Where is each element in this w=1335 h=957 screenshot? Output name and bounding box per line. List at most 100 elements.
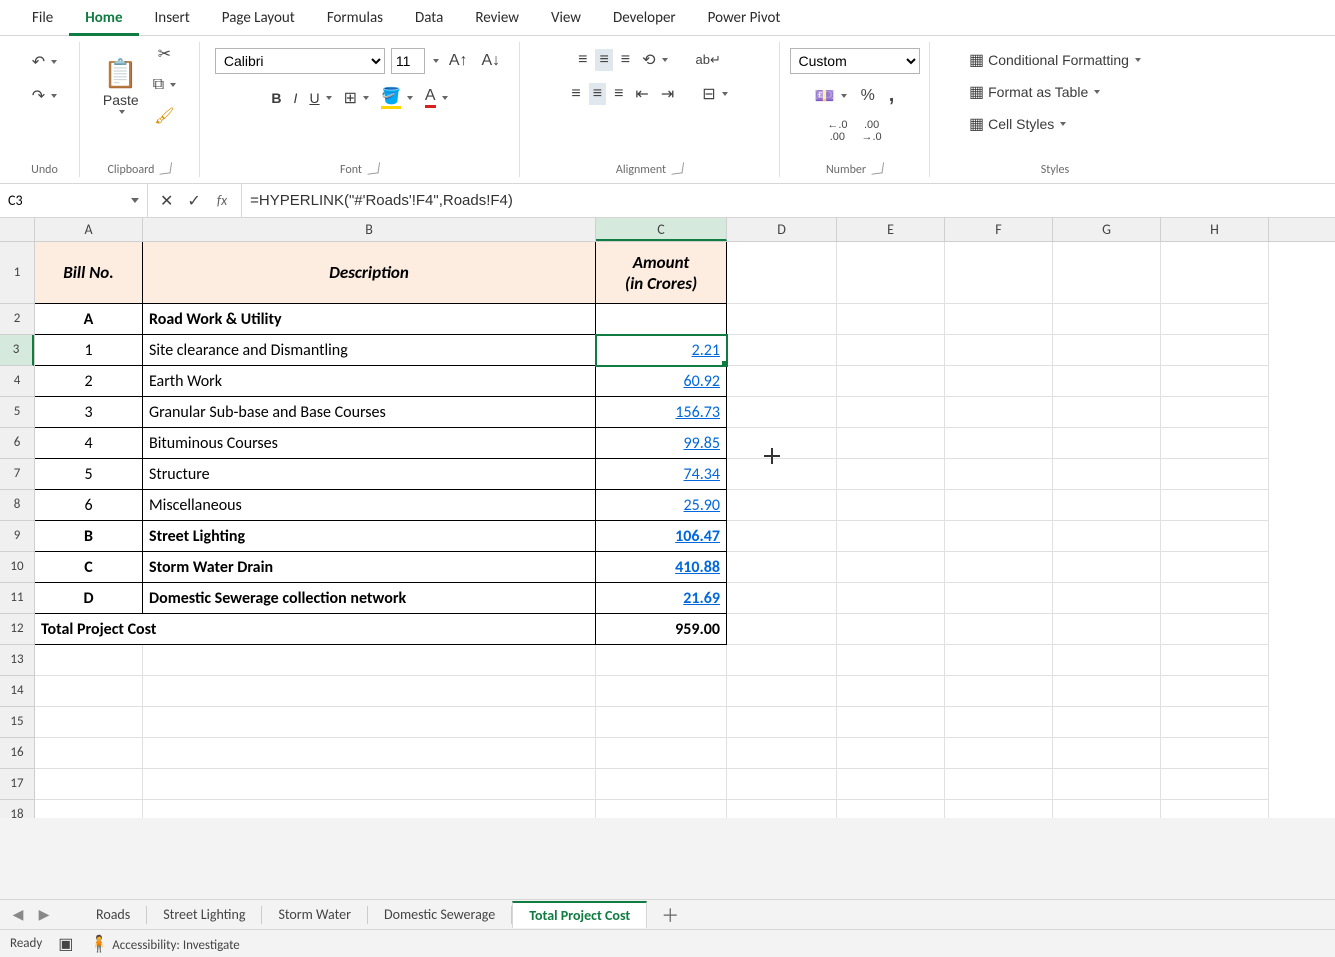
cell-E5[interactable] (837, 397, 945, 428)
percent-button[interactable]: % (857, 85, 879, 107)
align-top-button[interactable]: ≡ (574, 49, 591, 71)
comma-button[interactable]: , (885, 82, 899, 109)
row-header-10[interactable]: 10 (0, 552, 34, 583)
copy-button[interactable]: ⧉ (149, 74, 180, 96)
fx-icon[interactable]: fx (211, 192, 233, 209)
cell-H1[interactable] (1161, 242, 1269, 304)
cell-E12[interactable] (837, 614, 945, 645)
cell-A3[interactable]: 1 (35, 335, 143, 366)
cell-H3[interactable] (1161, 335, 1269, 366)
select-all-cells[interactable] (0, 218, 35, 241)
cell-G16[interactable] (1053, 738, 1161, 769)
cell-C7[interactable]: 74.34 (596, 459, 727, 490)
decrease-indent-button[interactable]: ⇤ (631, 82, 652, 106)
cell-A11[interactable]: D (35, 583, 143, 614)
cell-B15[interactable] (143, 707, 596, 738)
align-bottom-button[interactable]: ≡ (617, 49, 634, 71)
cell-E16[interactable] (837, 738, 945, 769)
cell-H7[interactable] (1161, 459, 1269, 490)
tab-page-layout[interactable]: Page Layout (206, 0, 311, 36)
sheet-tab-domestic-sewerage[interactable]: Domestic Sewerage (368, 902, 511, 927)
tab-formulas[interactable]: Formulas (311, 0, 399, 36)
cell-G9[interactable] (1053, 521, 1161, 552)
accounting-format-button[interactable]: 💷 (811, 84, 851, 108)
cell-A9[interactable]: B (35, 521, 143, 552)
cell-C18[interactable] (596, 800, 727, 818)
cell-A4[interactable]: 2 (35, 366, 143, 397)
font-name-select[interactable]: Calibri (215, 48, 385, 74)
cell-G12[interactable] (1053, 614, 1161, 645)
decrease-font-button[interactable]: A↓ (478, 50, 505, 72)
cell-D11[interactable] (727, 583, 837, 614)
cell-F12[interactable] (945, 614, 1053, 645)
font-launcher[interactable] (367, 162, 380, 175)
cell-D7[interactable] (727, 459, 837, 490)
cell-A15[interactable] (35, 707, 143, 738)
number-launcher[interactable] (872, 162, 885, 175)
tab-data[interactable]: Data (399, 0, 459, 36)
cell-B7[interactable]: Structure (143, 459, 596, 490)
fill-color-button[interactable]: 🪣 (377, 84, 417, 111)
cell-D14[interactable] (727, 676, 837, 707)
cell-E14[interactable] (837, 676, 945, 707)
cell-D3[interactable] (727, 335, 837, 366)
cell-A6[interactable]: 4 (35, 428, 143, 459)
cell-B18[interactable] (143, 800, 596, 818)
cell-F11[interactable] (945, 583, 1053, 614)
cell-H15[interactable] (1161, 707, 1269, 738)
cell-F16[interactable] (945, 738, 1053, 769)
cell-F3[interactable] (945, 335, 1053, 366)
cell-H5[interactable] (1161, 397, 1269, 428)
cell-E6[interactable] (837, 428, 945, 459)
cell-C16[interactable] (596, 738, 727, 769)
cell-A17[interactable] (35, 769, 143, 800)
cell-H13[interactable] (1161, 645, 1269, 676)
wrap-text-button[interactable]: ab↵ (692, 50, 725, 70)
cell-B11[interactable]: Domestic Sewerage collection network (143, 583, 596, 614)
cell-H2[interactable] (1161, 304, 1269, 335)
cell-E18[interactable] (837, 800, 945, 818)
cell-G18[interactable] (1053, 800, 1161, 818)
col-header-D[interactable]: D (727, 218, 837, 241)
font-color-button[interactable]: A (421, 85, 452, 110)
cell-G11[interactable] (1053, 583, 1161, 614)
cell-B4[interactable]: Earth Work (143, 366, 596, 397)
cell-F7[interactable] (945, 459, 1053, 490)
merge-center-button[interactable]: ⊟ (698, 82, 731, 106)
align-left-button[interactable]: ≡ (567, 83, 584, 105)
cell-D12[interactable] (727, 614, 837, 645)
sheet-nav-next[interactable]: ▶ (32, 903, 56, 927)
cell-F5[interactable] (945, 397, 1053, 428)
cell-C5[interactable]: 156.73 (596, 397, 727, 428)
cell-G2[interactable] (1053, 304, 1161, 335)
name-box[interactable]: C3 (0, 184, 148, 217)
cell-E17[interactable] (837, 769, 945, 800)
tab-home[interactable]: Home (69, 0, 138, 36)
cell-D2[interactable] (727, 304, 837, 335)
sheet-tab-total-project-cost[interactable]: Total Project Cost (512, 901, 647, 928)
status-accessibility[interactable]: 🧍 Accessibility: Investigate (89, 934, 239, 954)
cut-button[interactable]: ✂ (154, 42, 175, 66)
cell-D15[interactable] (727, 707, 837, 738)
cell-E11[interactable] (837, 583, 945, 614)
borders-button[interactable]: ⊞ (340, 86, 373, 110)
cell-F15[interactable] (945, 707, 1053, 738)
align-middle-button[interactable]: ≡ (595, 49, 612, 71)
cell-D10[interactable] (727, 552, 837, 583)
orientation-button[interactable]: ⟲ (638, 48, 671, 72)
cell-D17[interactable] (727, 769, 837, 800)
cell-F18[interactable] (945, 800, 1053, 818)
align-center-button[interactable]: ≡ (589, 83, 606, 105)
italic-button[interactable]: I (290, 88, 302, 108)
cell-C4[interactable]: 60.92 (596, 366, 727, 397)
cell-D1[interactable] (727, 242, 837, 304)
alignment-launcher[interactable] (672, 162, 685, 175)
cell-C9[interactable]: 106.47 (596, 521, 727, 552)
cell-C12[interactable]: 959.00 (596, 614, 727, 645)
cell-A12[interactable]: Total Project Cost (35, 614, 596, 645)
cell-G7[interactable] (1053, 459, 1161, 490)
tab-review[interactable]: Review (459, 0, 535, 36)
cell-C1[interactable]: Amount (in Crores) (596, 242, 727, 304)
row-header-12[interactable]: 12 (0, 614, 34, 645)
cell-B13[interactable] (143, 645, 596, 676)
